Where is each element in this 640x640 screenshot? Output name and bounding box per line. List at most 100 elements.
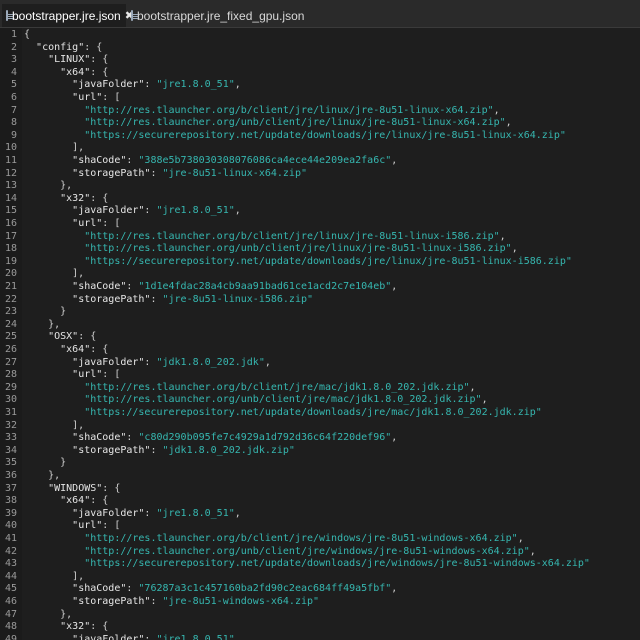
code-line: 9 "https://securerepository.net/update/d… (0, 130, 640, 143)
key-token: "config" (36, 41, 85, 53)
code-line: 1{ (0, 29, 640, 42)
code-line: 40 "url": [ (0, 520, 640, 533)
code-text: "javaFolder": "jre1.8.0_51", (24, 634, 241, 640)
punctuation-token (24, 193, 60, 204)
key-token: "x32" (60, 621, 91, 633)
code-line: 41 "http://res.tlauncher.org/b/client/jr… (0, 533, 640, 546)
code-line: 10 ], (0, 142, 640, 155)
tab-bootstrapper-jre[interactable]: bootstrapper.jre.json ✖ (2, 4, 134, 27)
punctuation-token (24, 483, 48, 494)
code-text: "WINDOWS": { (24, 483, 120, 496)
key-token: "WINDOWS" (48, 482, 103, 494)
code-line: 38 "x64": { (0, 495, 640, 508)
line-number: 48 (4, 621, 17, 633)
line-number: 38 (4, 495, 17, 507)
code-line: 35 } (0, 457, 640, 470)
key-token: "url" (72, 92, 103, 103)
code-text: ], (24, 420, 84, 433)
code-text: "http://res.tlauncher.org/b/client/jre/w… (24, 533, 524, 546)
code-editor[interactable]: 1{2 "config": {3 "LINUX": {4 "x64": {5 "… (0, 28, 640, 640)
string-token: "https://securerepository.net/update/dow… (84, 558, 590, 570)
string-token: "jre1.8.0_51" (156, 205, 235, 217)
punctuation-token (24, 634, 72, 640)
punctuation-token: }, (24, 180, 73, 192)
code-text: "x64": { (24, 67, 108, 80)
line-number: 36 (4, 470, 17, 481)
code-line: 16 "url": [ (0, 218, 640, 231)
line-number: 32 (4, 419, 17, 431)
string-token: "c80d290b095fe7c4929a1d792d36c64f220def9… (138, 432, 392, 444)
punctuation-token (24, 495, 60, 506)
line-number: 46 (4, 596, 17, 607)
key-token: "shaCode" (72, 432, 127, 444)
code-text: "storagePath": "jre-8u51-windows-x64.zip… (24, 596, 319, 609)
punctuation-token: { (24, 29, 31, 40)
string-token: "388e5b738030308076086ca4ece44e209ea2fa6… (138, 155, 392, 166)
tab-label: bootstrapper.jre_fixed_gpu.json (137, 8, 305, 23)
tab-bar: bootstrapper.jre.json ✖ bootstrapper.jre… (0, 0, 640, 28)
punctuation-token: }, (24, 608, 73, 620)
line-number: 18 (4, 243, 17, 255)
line-number: 5 (10, 79, 17, 91)
code-text: "x32": { (24, 193, 108, 206)
code-text: } (24, 457, 66, 470)
punctuation-token: , (517, 533, 524, 544)
code-line: 4 "x64": { (0, 67, 640, 80)
code-text: "shaCode": "388e5b738030308076086ca4ece4… (24, 155, 397, 168)
punctuation-token (24, 256, 84, 267)
line-number: 45 (4, 583, 17, 595)
string-token: "http://res.tlauncher.org/unb/client/jre… (84, 394, 482, 406)
punctuation-token: : { (90, 344, 109, 355)
punctuation-token: : { (90, 54, 109, 66)
code-text: "url": [ (24, 92, 120, 105)
code-text: "https://securerepository.net/update/dow… (24, 558, 590, 571)
code-text: "LINUX": { (24, 54, 108, 67)
line-number: 29 (4, 381, 17, 393)
code-line: 27 "javaFolder": "jdk1.8.0_202.jdk", (0, 357, 640, 370)
string-token: "http://res.tlauncher.org/b/client/jre/w… (84, 533, 518, 544)
code-line: 3 "LINUX": { (0, 54, 640, 67)
code-text: ], (24, 142, 84, 155)
punctuation-token: ], (24, 570, 85, 582)
punctuation-token: , (511, 243, 518, 255)
key-token: "shaCode" (72, 281, 127, 292)
code-text: "storagePath": "jre-8u51-linux-i586.zip" (24, 294, 313, 307)
punctuation-token: , (391, 432, 398, 444)
file-icon (6, 10, 13, 21)
punctuation-token: , (391, 583, 398, 595)
code-text: "x64": { (24, 495, 108, 508)
punctuation-token: : (126, 155, 139, 166)
punctuation-token: : { (90, 621, 109, 633)
punctuation-token (24, 218, 72, 229)
punctuation-token: , (391, 281, 398, 292)
line-number: 21 (4, 281, 17, 292)
string-token: "jre-8u51-windows-x64.zip" (162, 596, 320, 607)
line-number: 43 (4, 558, 17, 570)
tab-bootstrapper-jre-fixed-gpu[interactable]: bootstrapper.jre_fixed_gpu.json (127, 4, 304, 27)
punctuation-token (24, 533, 84, 544)
punctuation-token (24, 432, 72, 443)
punctuation-token: }, (24, 470, 61, 481)
code-text: "OSX": { (24, 331, 96, 344)
key-token: "javaFolder" (72, 507, 145, 519)
line-number: 16 (4, 218, 17, 229)
code-text: "config": { (24, 42, 102, 55)
string-token: "https://securerepository.net/update/dow… (84, 129, 566, 141)
string-token: "http://res.tlauncher.org/b/client/jre/l… (84, 104, 494, 116)
code-line: 37 "WINDOWS": { (0, 483, 640, 496)
punctuation-token: ], (24, 419, 85, 431)
punctuation-token (24, 621, 60, 632)
code-line: 2 "config": { (0, 42, 640, 55)
punctuation-token: , (499, 230, 506, 242)
code-line: 34 "storagePath": "jdk1.8.0_202.jdk.zip" (0, 445, 640, 458)
code-line: 23 } (0, 306, 640, 319)
code-text: "storagePath": "jre-8u51-linux-x64.zip" (24, 168, 307, 181)
punctuation-token: : [ (102, 369, 121, 381)
code-line: 48 "x32": { (0, 621, 640, 634)
code-text: "http://res.tlauncher.org/unb/client/jre… (24, 243, 518, 256)
code-line: 22 "storagePath": "jre-8u51-linux-i586.z… (0, 294, 640, 307)
punctuation-token: , (505, 117, 512, 129)
string-token: "http://res.tlauncher.org/b/client/jre/m… (84, 381, 470, 393)
code-text: "http://res.tlauncher.org/b/client/jre/l… (24, 104, 499, 118)
code-text: "shaCode": "c80d290b095fe7c4929a1d792d36… (24, 432, 397, 445)
